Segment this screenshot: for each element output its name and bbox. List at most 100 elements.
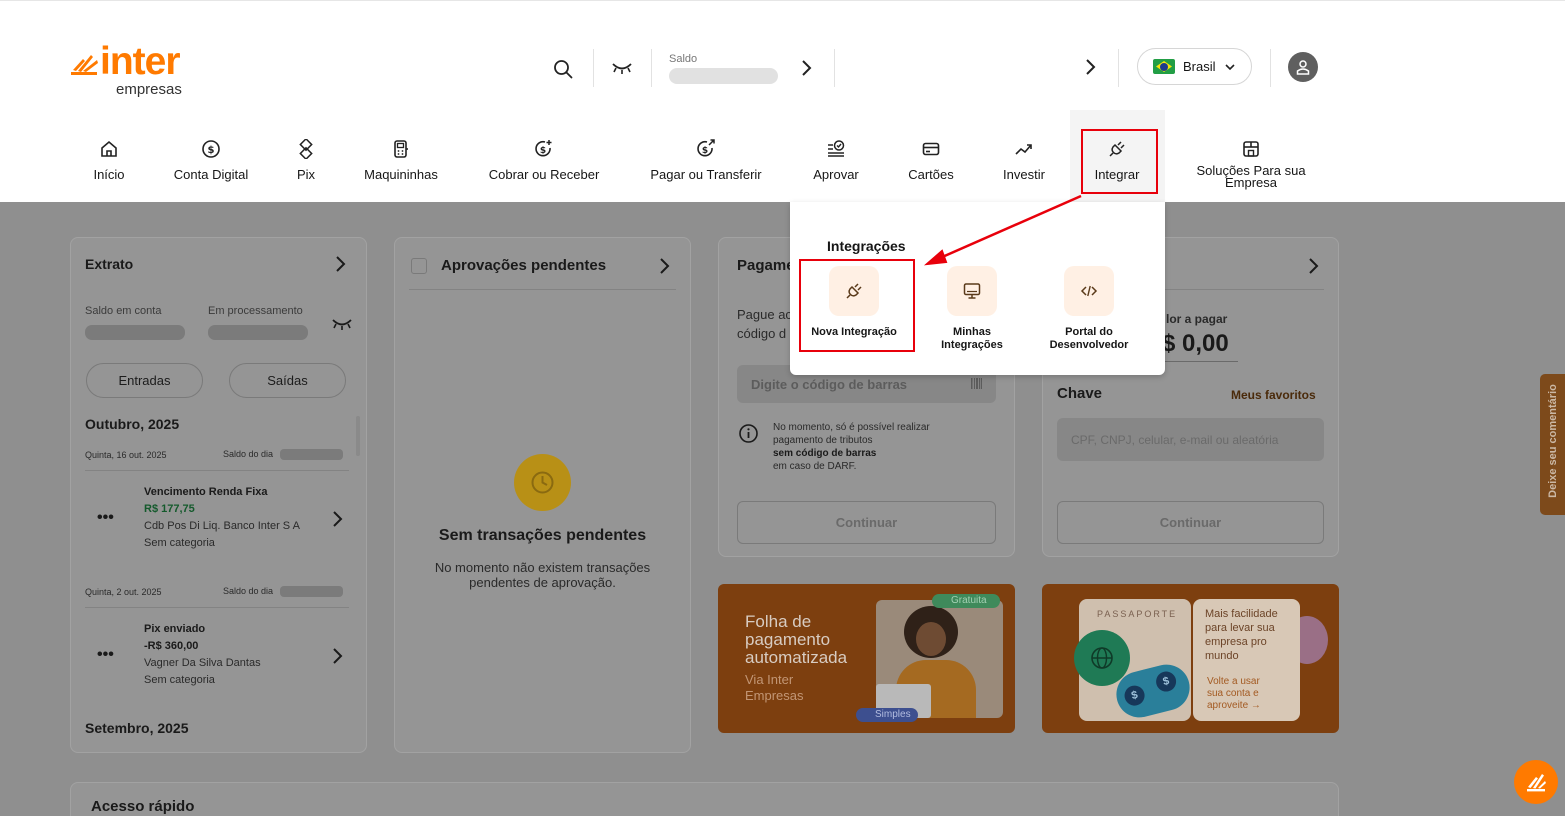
divider (409, 289, 676, 290)
header-divider (1118, 49, 1119, 87)
globe-icon (1091, 647, 1113, 669)
barcode-placeholder: Digite o código de barras (751, 377, 908, 392)
nav-label: Maquininhas (364, 167, 438, 182)
empty-state-title: Sem transações pendentes (438, 527, 647, 544)
transaction-title: Vencimento Renda Fixa (144, 486, 268, 498)
chevron-right-icon[interactable] (1083, 58, 1097, 76)
country-selector[interactable]: Brasil (1137, 48, 1252, 85)
header-divider (593, 49, 594, 87)
code-icon (1080, 285, 1098, 297)
valor-label: lor a pagar (1166, 312, 1228, 326)
meus-favoritos-link[interactable]: Meus favoritos (1231, 388, 1316, 402)
user-avatar[interactable] (1288, 52, 1318, 82)
nav-label: Aprovar (813, 167, 859, 182)
chevron-right-icon[interactable] (331, 647, 343, 665)
header-divider (834, 49, 835, 87)
chave-input[interactable]: CPF, CNPJ, celular, e-mail ou aleatória (1057, 418, 1324, 461)
more-options-icon[interactable]: ••• (97, 645, 114, 664)
nav-maquininhas[interactable]: Maquininhas (351, 133, 451, 193)
saldo-hidden-value (669, 68, 778, 84)
valor-underline (1162, 361, 1238, 362)
nav-investir[interactable]: Investir (989, 133, 1059, 193)
entradas-button[interactable]: Entradas (86, 363, 203, 398)
barcode-icon[interactable] (971, 378, 982, 389)
inter-empresas-logo[interactable]: inter empresas (69, 40, 199, 101)
page-overlay[interactable]: Extrato Saldo em conta Em processamento … (0, 202, 1565, 816)
saldo-label: Saldo (669, 53, 698, 65)
feedback-label: Deixe seu comentário (1547, 384, 1559, 498)
clock-icon (531, 471, 554, 494)
folha-pagamento-banner[interactable]: Folha de pagamento automatizada Via Inte… (718, 584, 1015, 733)
transaction-category: Sem categoria (144, 674, 215, 686)
trend-up-icon (1015, 144, 1032, 155)
promo-text: empresa pro (1205, 636, 1267, 648)
saidas-button[interactable]: Saídas (229, 363, 346, 398)
promo-text: sua conta e (1207, 688, 1259, 699)
card-machine-icon (394, 140, 408, 158)
promo-text: Volte a usar (1207, 676, 1260, 687)
chevron-right-icon[interactable] (658, 257, 670, 275)
day-date: Quinta, 16 out. 2025 (85, 450, 167, 460)
menu-item-minhas-integracoes[interactable]: Minhas Integrações (917, 266, 1027, 352)
send-money-icon: $ (697, 139, 715, 157)
chevron-right-icon[interactable] (1307, 257, 1319, 275)
feedback-tab[interactable]: Deixe seu comentário (1540, 374, 1565, 515)
card-icon (922, 142, 940, 156)
clock-badge (514, 454, 571, 511)
logo-sun-icon (71, 55, 98, 75)
nav-pix[interactable]: Pix (281, 133, 331, 193)
month-header: Outubro, 2025 (85, 416, 180, 432)
dropdown-title: Integrações (827, 238, 906, 254)
valor-amount[interactable]: $ 0,00 (1162, 330, 1229, 359)
nav-pagar-transferir[interactable]: $ Pagar ou Transferir (636, 133, 776, 193)
svg-text:$: $ (702, 146, 708, 156)
nav-conta-digital[interactable]: $ Conta Digital (161, 133, 261, 193)
nav-solucoes[interactable]: Soluções Para sua Empresa (1191, 133, 1311, 193)
logo-sub: empresas (116, 81, 182, 98)
dollar-coin-icon: $ (1153, 669, 1179, 694)
nav-cobrar-receber[interactable]: $ Cobrar ou Receber (474, 133, 614, 193)
passaporte-banner[interactable]: PASSAPORTE Mais facilidade para levar su… (1042, 584, 1339, 733)
nav-label: Pagar ou Transferir (650, 167, 762, 182)
header-divider (1270, 49, 1271, 87)
chevron-right-icon[interactable] (331, 510, 343, 528)
eye-closed-icon[interactable] (611, 61, 633, 75)
nav-cartoes[interactable]: Cartões (896, 133, 966, 193)
logo-sun-icon (1527, 774, 1546, 792)
select-all-checkbox[interactable] (411, 258, 427, 274)
scrollbar-thumb[interactable] (356, 416, 360, 456)
logo-word: inter (100, 40, 181, 83)
user-icon (1296, 60, 1310, 75)
promo-line: automatizada (745, 648, 848, 667)
assistant-fab[interactable] (1514, 760, 1558, 804)
info-line: No momento, só é possível realizar (773, 422, 930, 433)
day-date: Quinta, 2 out. 2025 (85, 587, 162, 597)
chevron-right-icon[interactable] (799, 59, 813, 77)
nav-label: Início (93, 167, 125, 182)
eye-closed-icon[interactable] (331, 317, 353, 331)
country-label: Brasil (1183, 59, 1216, 74)
nav-inicio[interactable]: Início (79, 133, 139, 193)
continuar-button[interactable]: Continuar (737, 501, 996, 544)
search-icon[interactable] (553, 59, 573, 79)
acesso-rapido-card: Acesso rápido (70, 782, 1339, 816)
dollar-circle-icon: $ (202, 140, 220, 158)
saldo-dia-hidden (280, 586, 343, 597)
continuar-button[interactable]: Continuar (1057, 501, 1324, 544)
nav-label: Cobrar ou Receber (488, 167, 600, 182)
transaction-category: Sem categoria (144, 537, 215, 549)
badge-simples: Simples (856, 708, 918, 722)
menu-item-label: Minhas Integrações (941, 326, 1003, 351)
icon-tile (947, 266, 997, 316)
transaction-desc: Cdb Pos Di Liq. Banco Inter S A (144, 520, 300, 532)
menu-item-portal-desenvolvedor[interactable]: Portal do Desenvolvedor (1034, 266, 1144, 352)
chevron-right-icon[interactable] (334, 255, 346, 273)
receive-money-icon: $ (535, 140, 552, 157)
saldo-dia-hidden (280, 449, 343, 460)
nav-label: Pix (296, 167, 316, 182)
aprovacoes-card: Aprovações pendentes Sem transações pend… (394, 237, 691, 753)
more-options-icon[interactable]: ••• (97, 508, 114, 527)
nav-aprovar[interactable]: Aprovar (801, 133, 871, 193)
pagamento-desc-line: Pague ac (737, 307, 792, 322)
chevron-down-icon (1224, 63, 1235, 70)
